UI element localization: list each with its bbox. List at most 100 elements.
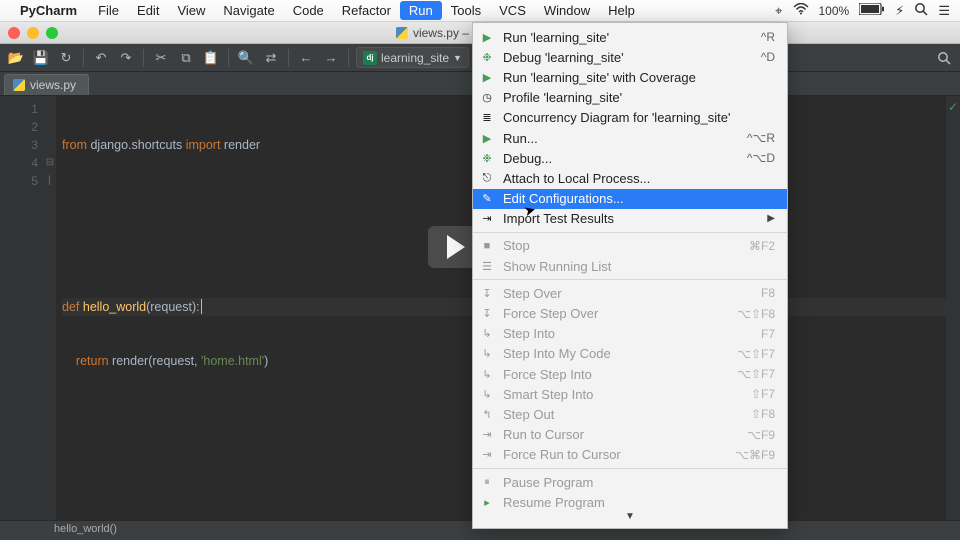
menu-item-icon: ↳: [479, 326, 495, 342]
python-file-icon: [396, 27, 408, 39]
menu-item-label: Force Run to Cursor: [503, 447, 727, 462]
menu-item-label: Force Step Over: [503, 306, 729, 321]
menu-item-attach-to-local-process[interactable]: ⎋Attach to Local Process...: [473, 168, 787, 188]
paste-icon[interactable]: 📋: [201, 48, 221, 68]
open-icon[interactable]: 📂: [6, 48, 26, 68]
menu-item-step-into-my-code: ↳Step Into My Code⌥⇧F7: [473, 344, 787, 364]
menu-navigate[interactable]: Navigate: [214, 1, 283, 20]
menu-item-label: Step Into: [503, 326, 753, 341]
menu-item-run-learning-site[interactable]: ▶Run 'learning_site'^R: [473, 27, 787, 47]
menu-item-label: Run to Cursor: [503, 427, 739, 442]
menu-edit[interactable]: Edit: [128, 1, 168, 20]
menu-item-icon: ⏸: [479, 474, 495, 490]
menu-item-label: Step Over: [503, 286, 753, 301]
menu-item-label: Pause Program: [503, 475, 775, 490]
app-name: PyCharm: [20, 3, 77, 18]
menu-refactor[interactable]: Refactor: [333, 1, 400, 20]
menu-item-icon: ⇥: [479, 211, 495, 227]
error-stripe[interactable]: ✓: [946, 96, 960, 520]
menu-item-icon: ▶: [479, 29, 495, 45]
menu-item-label: Profile 'learning_site': [503, 90, 775, 105]
menu-item-resume-program: ▸Resume Program: [473, 492, 787, 512]
battery-percent: 100%: [819, 4, 850, 18]
menu-item-profile-learning-site[interactable]: ◷ Profile 'learning_site': [473, 88, 787, 108]
menu-file[interactable]: File: [89, 1, 128, 20]
assist-icon[interactable]: ⌖: [775, 3, 782, 19]
menu-item-icon: ↧: [479, 285, 495, 301]
menu-item-step-over: ↧Step OverF8: [473, 283, 787, 303]
forward-icon[interactable]: →: [321, 48, 341, 68]
menu-item-icon: ❉: [479, 150, 495, 166]
menu-item-shortcut: F7: [761, 327, 775, 341]
text-caret: [201, 299, 202, 314]
menu-item-label: Concurrency Diagram for 'learning_site': [503, 110, 775, 125]
menu-item-label: Run 'learning_site': [503, 30, 753, 45]
menu-item-concurrency-diagram-for-learning-site[interactable]: ≣Concurrency Diagram for 'learning_site': [473, 108, 787, 128]
minimize-window-button[interactable]: [27, 27, 39, 39]
analysis-ok-icon: ✓: [948, 100, 958, 114]
window-controls[interactable]: [8, 27, 58, 39]
zoom-window-button[interactable]: [46, 27, 58, 39]
menu-item-icon: ■: [479, 238, 495, 254]
menu-item-shortcut: ^⌥R: [747, 131, 775, 145]
menu-item-icon: ↳: [479, 346, 495, 362]
run-config-selector[interactable]: dj learning_site ▼: [356, 47, 469, 68]
menu-item-label: Smart Step Into: [503, 387, 743, 402]
menu-item-label: Force Step Into: [503, 367, 729, 382]
menu-item-label: Import Test Results: [503, 211, 759, 226]
menu-item-import-test-results[interactable]: ⇥Import Test Results▶: [473, 209, 787, 229]
list-icon[interactable]: ☰: [938, 3, 950, 19]
menu-item-icon: ▶: [479, 69, 495, 85]
menu-item-force-step-into: ↳ Force Step Into ⌥⇧F7: [473, 364, 787, 384]
menu-run[interactable]: Run: [400, 1, 442, 20]
copy-icon[interactable]: ⧉: [176, 48, 196, 68]
menu-scroll-down-icon[interactable]: ▼: [473, 512, 787, 524]
menu-item-icon: ⇥: [479, 447, 495, 463]
menu-item-run-learning-site-with-coverage[interactable]: ▶ Run 'learning_site' with Coverage: [473, 67, 787, 87]
tab-views-py[interactable]: views.py: [4, 74, 89, 95]
wifi-icon[interactable]: [793, 3, 809, 18]
menu-item-shortcut: ⌥⇧F7: [737, 367, 775, 381]
menu-item-icon: ⇥: [479, 427, 495, 443]
menu-item-run[interactable]: ▶Run...^⌥R: [473, 128, 787, 148]
menu-item-shortcut: ⌘F2: [749, 239, 775, 253]
menu-code[interactable]: Code: [284, 1, 333, 20]
spotlight-icon[interactable]: [914, 2, 928, 19]
undo-icon[interactable]: ↶: [91, 48, 111, 68]
save-all-icon[interactable]: 💾: [31, 48, 51, 68]
menu-window[interactable]: Window: [535, 1, 599, 20]
search-everywhere-icon[interactable]: [934, 48, 954, 68]
close-window-button[interactable]: [8, 27, 20, 39]
replace-icon[interactable]: ⇄: [261, 48, 281, 68]
menu-item-edit-configurations[interactable]: ✎Edit Configurations...: [473, 189, 787, 209]
fold-gutter[interactable]: ⊟⌊: [44, 96, 56, 520]
menu-tools[interactable]: Tools: [442, 1, 490, 20]
back-icon[interactable]: ←: [296, 48, 316, 68]
find-icon[interactable]: 🔍: [236, 48, 256, 68]
menu-help[interactable]: Help: [599, 1, 644, 20]
menu-item-icon: ◷: [479, 90, 495, 106]
django-icon: dj: [363, 51, 377, 65]
menu-item-shortcut: ⌥⌘F9: [735, 448, 775, 462]
python-file-icon: [13, 79, 25, 91]
redo-icon[interactable]: ↷: [116, 48, 136, 68]
menu-item-icon: ↰: [479, 406, 495, 422]
sync-icon[interactable]: ↻: [56, 48, 76, 68]
menu-item-label: Run...: [503, 131, 739, 146]
menu-item-debug[interactable]: ❉Debug...^⌥D: [473, 148, 787, 168]
menu-item-debug-learning-site[interactable]: ❉Debug 'learning_site'^D: [473, 47, 787, 67]
chevron-down-icon: ▼: [453, 53, 462, 63]
run-config-label: learning_site: [381, 51, 449, 65]
menu-vcs[interactable]: VCS: [490, 1, 535, 20]
menu-item-icon: ↳: [479, 366, 495, 382]
menu-item-step-out: ↰Step Out⇧F8: [473, 404, 787, 424]
menu-item-label: Edit Configurations...: [503, 191, 775, 206]
line-number-gutter: 1 2 3 4 5: [0, 96, 44, 520]
menu-item-show-running-list: ☰Show Running List: [473, 256, 787, 276]
menu-item-label: Run 'learning_site' with Coverage: [503, 70, 775, 85]
menu-item-shortcut: ⌥⇧F7: [737, 347, 775, 361]
cut-icon[interactable]: ✂: [151, 48, 171, 68]
menu-item-icon: ↳: [479, 386, 495, 402]
menu-item-label: Debug...: [503, 151, 739, 166]
menu-view[interactable]: View: [168, 1, 214, 20]
